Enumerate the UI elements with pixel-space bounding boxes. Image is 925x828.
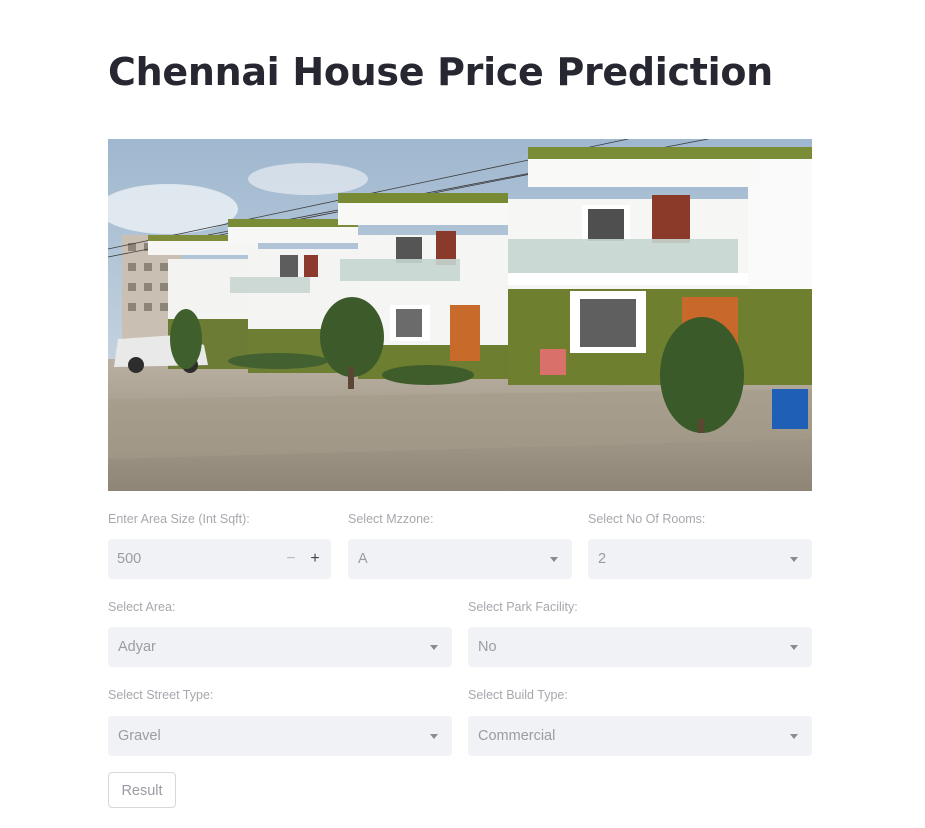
rooms-select[interactable]: 2 xyxy=(588,539,812,579)
park-select[interactable]: No xyxy=(468,627,812,667)
build-value: Commercial xyxy=(478,728,556,744)
mzzone-value: A xyxy=(358,551,368,567)
area-size-label: Enter Area Size (Int Sqft): xyxy=(108,512,250,526)
street-value: Gravel xyxy=(118,728,161,744)
street-select[interactable]: Gravel xyxy=(108,716,452,756)
plus-icon[interactable]: + xyxy=(300,539,330,579)
build-label: Select Build Type: xyxy=(468,688,568,702)
mzzone-select[interactable]: A xyxy=(348,539,572,579)
page-title: Chennai House Price Prediction xyxy=(108,50,773,94)
result-button[interactable]: Result xyxy=(108,772,176,808)
chevron-down-icon xyxy=(430,734,438,739)
mzzone-label: Select Mzzone: xyxy=(348,512,434,526)
area-size-value: 500 xyxy=(117,551,142,567)
area-select[interactable]: Adyar xyxy=(108,627,452,667)
chevron-down-icon xyxy=(430,645,438,650)
area-size-input[interactable]: 500 − + xyxy=(108,539,331,579)
chevron-down-icon xyxy=(790,734,798,739)
area-value: Adyar xyxy=(118,639,156,655)
park-value: No xyxy=(478,639,497,655)
build-select[interactable]: Commercial xyxy=(468,716,812,756)
chevron-down-icon xyxy=(550,557,558,562)
house-photo xyxy=(108,139,812,491)
chevron-down-icon xyxy=(790,557,798,562)
street-label: Select Street Type: xyxy=(108,688,214,702)
park-label: Select Park Facility: xyxy=(468,600,578,614)
area-label: Select Area: xyxy=(108,600,176,614)
rooms-label: Select No Of Rooms: xyxy=(588,512,706,526)
chevron-down-icon xyxy=(790,645,798,650)
rooms-value: 2 xyxy=(598,551,607,567)
